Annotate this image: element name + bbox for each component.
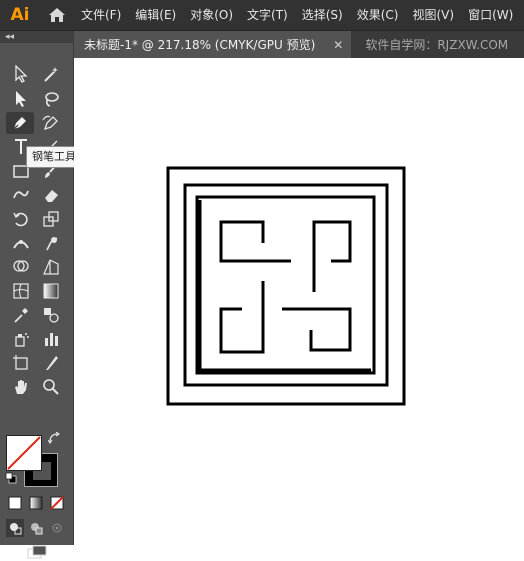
fill-swatch[interactable]: [6, 435, 42, 471]
middle-frame: [183, 183, 389, 387]
tab-secondary[interactable]: 软件自学网：RJZXW.COM: [351, 31, 508, 58]
menu-select[interactable]: 选择(S): [295, 0, 350, 30]
maze-artwork: [166, 166, 406, 406]
menu-window[interactable]: 窗口(W): [461, 0, 520, 30]
tab-label-secondary: 软件自学网：RJZXW.COM: [365, 38, 509, 52]
blend-icon[interactable]: [38, 304, 64, 326]
tab-untitled-1[interactable]: 未标题-1* @ 217.18% (CMYK/GPU 预览) ✕: [74, 31, 352, 58]
close-icon[interactable]: ✕: [333, 38, 343, 52]
eyedropper-icon[interactable]: [8, 304, 34, 326]
shape-builder-icon[interactable]: [8, 256, 34, 278]
direct-selection-icon[interactable]: [8, 88, 34, 110]
column-graph-icon[interactable]: [38, 328, 64, 350]
hand-icon[interactable]: [8, 376, 34, 398]
symbol-sprayer-icon[interactable]: [8, 328, 34, 350]
menu-file[interactable]: 文件(F): [74, 0, 128, 30]
home-icon[interactable]: [40, 0, 74, 30]
slice-icon[interactable]: [38, 352, 64, 374]
eraser-icon[interactable]: [38, 184, 64, 206]
scale-icon[interactable]: [38, 208, 64, 230]
draw-normal-icon[interactable]: [6, 519, 24, 537]
color-mode-icon[interactable]: [6, 494, 24, 512]
tools-panel: ◂◂: [0, 31, 74, 559]
tab-label: 未标题-1* @ 217.18% (CMYK/GPU 预览): [84, 38, 316, 52]
menu-effect[interactable]: 效果(C): [350, 0, 406, 30]
magic-wand-icon[interactable]: [38, 63, 64, 85]
screen-mode-icon[interactable]: [24, 543, 50, 561]
app-logo: Ai: [10, 5, 30, 25]
lasso-icon[interactable]: [38, 88, 64, 110]
gradient-mode-icon[interactable]: [27, 494, 45, 512]
maze-stroke: [198, 200, 371, 372]
shaper-icon[interactable]: [8, 184, 34, 206]
document-tab-bar: 未标题-1* @ 217.18% (CMYK/GPU 预览) ✕ 软件自学网：R…: [74, 31, 524, 58]
menu-edit[interactable]: 编辑(E): [128, 0, 183, 30]
menu-object[interactable]: 对象(O): [183, 0, 240, 30]
menu-bar: Ai 文件(F) 编辑(E) 对象(O) 文字(T) 选择(S) 效果(C) 视…: [0, 0, 524, 31]
maze-stroke: [312, 220, 352, 292]
draw-behind-icon[interactable]: [27, 519, 45, 537]
width-icon[interactable]: [8, 232, 34, 254]
collapse-icon[interactable]: ◂◂: [0, 31, 73, 43]
menu-type[interactable]: 文字(T): [240, 0, 295, 30]
perspective-grid-icon[interactable]: [38, 256, 64, 278]
mesh-icon[interactable]: [8, 280, 34, 302]
zoom-icon[interactable]: [38, 376, 64, 398]
swap-icon[interactable]: [46, 430, 62, 446]
draw-inside-icon[interactable]: [48, 519, 66, 537]
menu-view[interactable]: 视图(V): [405, 0, 461, 30]
puppet-warp-icon[interactable]: [38, 232, 64, 254]
artboard-icon[interactable]: [8, 352, 34, 374]
rotate-icon[interactable]: [8, 208, 34, 230]
none-mode-icon[interactable]: [48, 494, 66, 512]
gradient-icon[interactable]: [38, 280, 64, 302]
maze-stroke: [282, 307, 352, 352]
artboard-canvas[interactable]: [74, 58, 524, 545]
default-colors-icon[interactable]: [4, 471, 18, 485]
pen-icon[interactable]: [6, 112, 34, 134]
selection-icon[interactable]: [8, 63, 34, 85]
maze-stroke: [219, 220, 291, 263]
maze-stroke: [219, 281, 265, 354]
curvature-icon[interactable]: [38, 112, 64, 134]
